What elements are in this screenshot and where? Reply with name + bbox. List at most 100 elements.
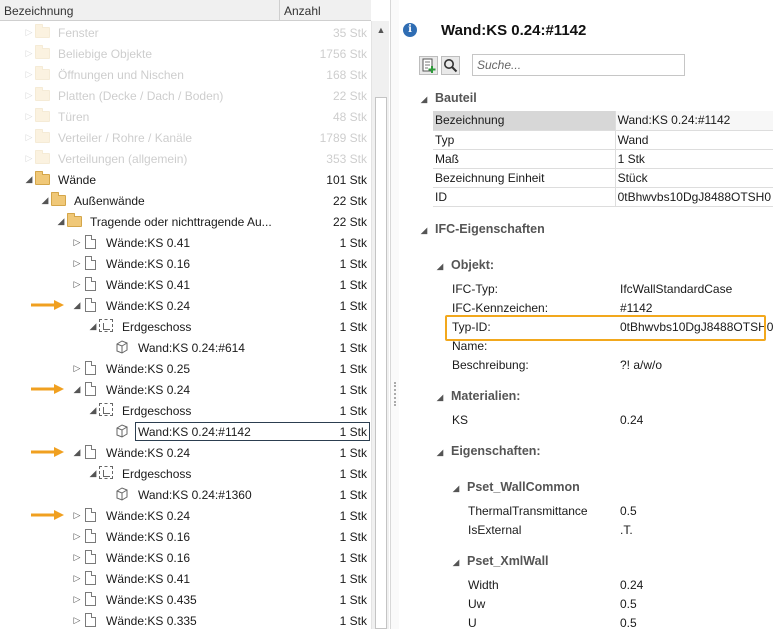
collapse-triangle-icon[interactable]: ◢	[40, 194, 50, 206]
column-separator[interactable]	[279, 0, 280, 21]
expand-triangle-icon[interactable]: ▷	[72, 614, 82, 626]
property-search-input[interactable]	[472, 54, 685, 76]
property-value: Wand	[614, 130, 773, 150]
collapse-triangle-icon[interactable]: ◢	[421, 95, 433, 104]
tree-row[interactable]: ▷ Wände:KS 0.16 1 Stk	[0, 253, 371, 274]
tree-row[interactable]: ▷ Wände:KS 0.25 1 Stk	[0, 358, 371, 379]
collapse-triangle-icon[interactable]: ◢	[453, 484, 465, 493]
tree-row[interactable]: ◢ Erdgeschoss 1 Stk	[0, 316, 371, 337]
expand-triangle-icon[interactable]: ▷	[72, 509, 82, 521]
tree-row[interactable]: ▷ Wände:KS 0.41 1 Stk	[0, 232, 371, 253]
column-header-bezeichnung[interactable]: Bezeichnung	[4, 4, 73, 18]
collapse-triangle-icon[interactable]: ◢	[56, 215, 66, 227]
tree-row-label: Wände:KS 0.41	[106, 278, 191, 292]
expand-triangle-icon[interactable]: ▷	[72, 551, 82, 563]
tree-row[interactable]: ◢ Tragende oder nichttragende Au... 22 Stk	[0, 211, 371, 232]
bauteil-row[interactable]: Bezeichnung Einheit Stück	[433, 168, 773, 188]
tree-row[interactable]: ▷ Wände:KS 0.335 1 Stk	[0, 610, 371, 629]
collapse-triangle-icon[interactable]: ◢	[24, 173, 34, 185]
bauteil-row[interactable]: ID 0tBhwvbs10DgJ8488OTSH0	[433, 187, 773, 207]
tree-row[interactable]: ▷ Verteilungen (allgemein) 353 Stk	[0, 148, 371, 169]
bauteil-row[interactable]: Typ Wand	[433, 130, 773, 150]
collapse-triangle-icon[interactable]: ◢	[72, 446, 82, 458]
collapse-triangle-icon[interactable]: ◢	[437, 262, 449, 271]
expand-triangle-icon[interactable]: ▷	[24, 89, 34, 101]
tree-row[interactable]: ▷ Wände:KS 0.16 1 Stk	[0, 526, 371, 547]
collapse-triangle-icon[interactable]: ◢	[72, 299, 82, 311]
add-to-list-button[interactable]	[419, 56, 438, 75]
storey-icon	[99, 319, 115, 333]
scrollbar-thumb[interactable]	[375, 97, 387, 629]
tree-row[interactable]: Wand:KS 0.24:#614 1 Stk	[0, 337, 371, 358]
tree-row[interactable]: ◢ Wände:KS 0.24 1 Stk	[0, 295, 371, 316]
section-pset-xmlwall[interactable]: ◢ Pset_XmlWall	[453, 554, 549, 568]
tree-row[interactable]: ▷ Türen 48 Stk	[0, 106, 371, 127]
section-bauteil[interactable]: ◢ Bauteil	[421, 91, 477, 105]
expand-triangle-icon[interactable]: ▷	[24, 152, 34, 164]
section-pset-wallcommon[interactable]: ◢ Pset_WallCommon	[453, 480, 580, 494]
expand-triangle-icon[interactable]: ▷	[72, 236, 82, 248]
expand-triangle-icon[interactable]: ▷	[72, 362, 82, 374]
expand-triangle-icon[interactable]: ▷	[72, 530, 82, 542]
folder-icon	[35, 45, 51, 60]
tree-row[interactable]: ▷ Wände:KS 0.16 1 Stk	[0, 547, 371, 568]
tree-row[interactable]: ▷ Beliebige Objekte 1756 Stk	[0, 43, 371, 64]
scroll-up-icon[interactable]: ▲	[374, 23, 388, 37]
collapse-triangle-icon[interactable]: ◢	[437, 393, 449, 402]
collapse-triangle-icon[interactable]: ◢	[88, 467, 98, 479]
expand-triangle-icon[interactable]: ▷	[72, 257, 82, 269]
expand-triangle-icon[interactable]: ▷	[24, 68, 34, 80]
collapse-triangle-icon[interactable]: ◢	[72, 383, 82, 395]
element-tree-panel: Bezeichnung Anzahl ▷ Fenster 35 Stk ▷ Belieb…	[0, 0, 391, 629]
tree-row[interactable]: ▷ Wände:KS 0.41 1 Stk	[0, 274, 371, 295]
tree-row[interactable]: ▷ Wände:KS 0.24 1 Stk	[0, 505, 371, 526]
tree-row-count: 1756 Stk	[319, 47, 367, 61]
search-button[interactable]	[441, 56, 460, 75]
add-list-icon	[422, 58, 436, 73]
expand-triangle-icon[interactable]: ▷	[72, 278, 82, 290]
bauteil-row[interactable]: Bezeichnung Wand:KS 0.24:#1142	[433, 111, 773, 131]
tree-row-count: 101 Stk	[326, 173, 367, 187]
folder-icon	[35, 150, 51, 165]
expand-triangle-icon[interactable]: ▷	[72, 572, 82, 584]
tree-row[interactable]: ◢ Erdgeschoss 1 Stk	[0, 463, 371, 484]
tree-row-label: Außenwände	[74, 194, 145, 208]
tree-row[interactable]: ▷ Fenster 35 Stk	[0, 22, 371, 43]
column-header-anzahl[interactable]: Anzahl	[284, 4, 321, 18]
tree-row[interactable]: ▷ Platten (Decke / Dach / Boden) 22 Stk	[0, 85, 371, 106]
collapse-triangle-icon[interactable]: ◢	[437, 448, 449, 457]
tree-row[interactable]: ◢ Wände 101 Stk	[0, 169, 371, 190]
section-materialien[interactable]: ◢ Materialien:	[437, 389, 520, 403]
section-eigenschaften[interactable]: ◢ Eigenschaften:	[437, 444, 541, 458]
bauteil-row[interactable]: Maß 1 Stk	[433, 149, 773, 169]
panel-splitter[interactable]	[391, 0, 399, 629]
tree-row[interactable]: ◢ Wände:KS 0.24 1 Stk	[0, 442, 371, 463]
collapse-triangle-icon[interactable]: ◢	[453, 558, 465, 567]
tree-row-count: 1 Stk	[339, 488, 367, 502]
section-ifc-eigenschaften[interactable]: ◢ IFC-Eigenschaften	[421, 222, 545, 236]
tree-row[interactable]: ▷ Wände:KS 0.41 1 Stk	[0, 568, 371, 589]
tree-row[interactable]: ◢ Außenwände 22 Stk	[0, 190, 371, 211]
tree-row[interactable]: Wand:KS 0.24:#1360 1 Stk	[0, 484, 371, 505]
tree-row-selected[interactable]: Wand:KS 0.24:#1142 1 Stk	[0, 421, 371, 442]
tree-row-label: Erdgeschoss	[122, 467, 192, 481]
tree-scrollbar[interactable]: ▲	[371, 21, 389, 629]
tree-row[interactable]: ▷ Öffnungen und Nischen 168 Stk	[0, 64, 371, 85]
expand-triangle-icon[interactable]: ▷	[24, 110, 34, 122]
tree-row[interactable]: ◢ Wände:KS 0.24 1 Stk	[0, 379, 371, 400]
collapse-triangle-icon[interactable]: ◢	[421, 226, 433, 235]
tree-row-count: 1 Stk	[339, 593, 367, 607]
collapse-triangle-icon[interactable]: ◢	[88, 404, 98, 416]
tree-row[interactable]: ▷ Wände:KS 0.435 1 Stk	[0, 589, 371, 610]
expand-triangle-icon[interactable]: ▷	[24, 26, 34, 38]
object-title: Wand:KS 0.24:#1142	[441, 22, 587, 39]
collapse-triangle-icon[interactable]: ◢	[88, 320, 98, 332]
tree-row[interactable]: ◢ Erdgeschoss 1 Stk	[0, 400, 371, 421]
tree-row[interactable]: ▷ Verteiler / Rohre / Kanäle 1789 Stk	[0, 127, 371, 148]
tree-row-count: 1 Stk	[339, 383, 367, 397]
folder-icon	[35, 108, 51, 123]
section-objekt[interactable]: ◢ Objekt:	[437, 258, 494, 272]
expand-triangle-icon[interactable]: ▷	[24, 47, 34, 59]
expand-triangle-icon[interactable]: ▷	[72, 593, 82, 605]
expand-triangle-icon[interactable]: ▷	[24, 131, 34, 143]
